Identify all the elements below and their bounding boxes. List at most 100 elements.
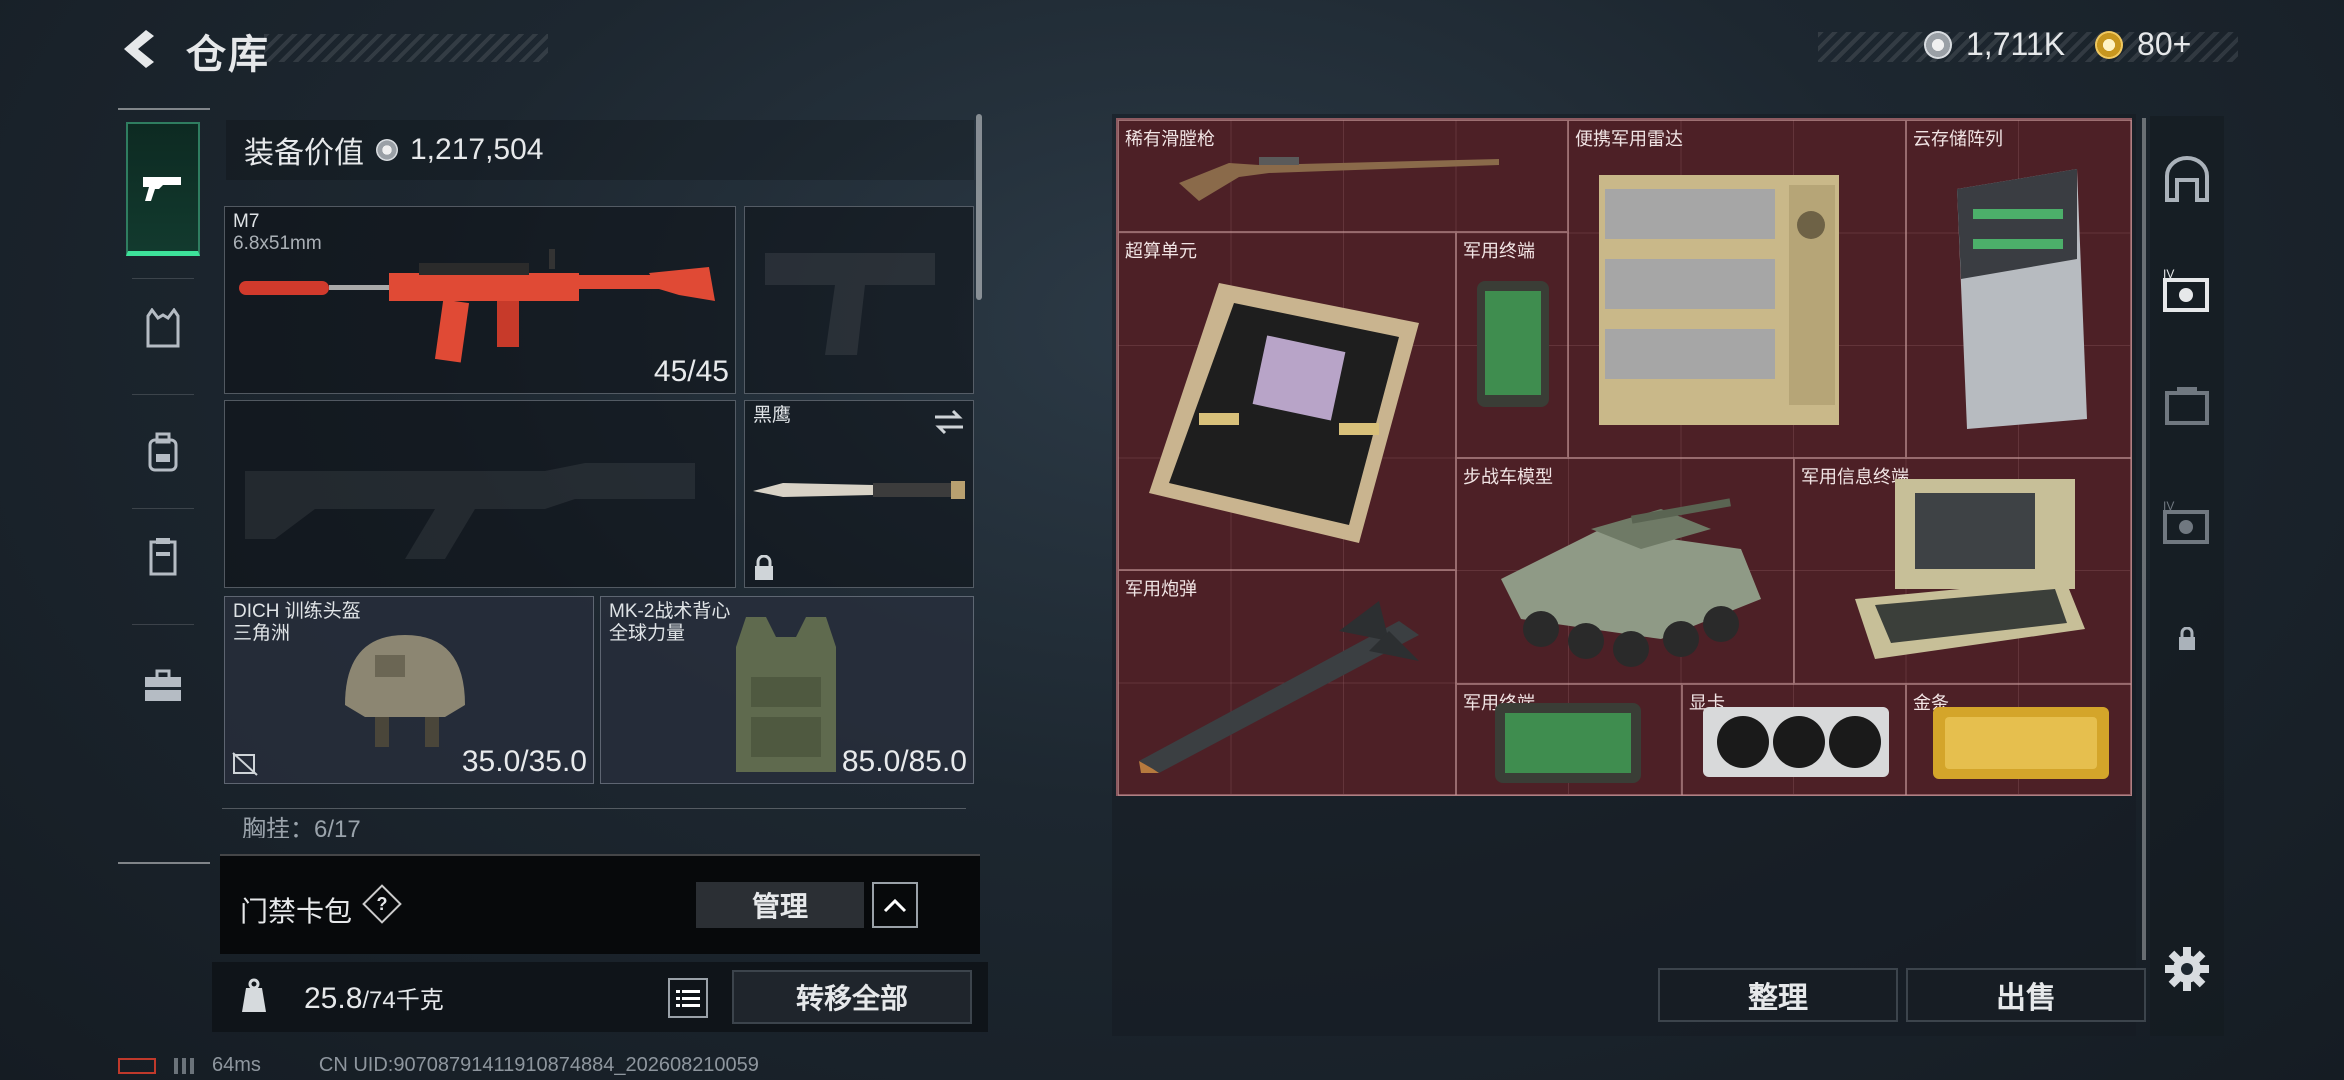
warehouse-icon: [2165, 156, 2209, 202]
gold-bar-image: [1933, 707, 2109, 779]
network-icon: [118, 1057, 156, 1074]
ping-text: 64ms: [212, 1054, 261, 1076]
missile-image: [1139, 601, 1419, 773]
safe-ext-icon: IV: [2163, 268, 2209, 312]
primary-weapon-slot[interactable]: M7 6.8x51mm 45/45: [224, 206, 736, 394]
armor-slot[interactable]: MK-2战术背心 全球力量 85.0/85.0: [600, 596, 974, 784]
weight-bar: 25.8/74千克 转移全部: [212, 962, 988, 1032]
silver-coin-value: 1,711K: [1966, 26, 2066, 62]
signal-icon: [174, 1057, 194, 1074]
sell-button[interactable]: 出售: [1906, 968, 2146, 1022]
helmet-durability: 35.0/35.0: [461, 745, 587, 778]
item-label: 步战车模型: [1463, 467, 1553, 487]
storage-page-2[interactable]: IV: [2160, 264, 2214, 318]
pistol-icon: [143, 176, 181, 201]
lock-icon: [755, 555, 773, 580]
item-gpu[interactable]: 显卡: [1682, 684, 1906, 796]
item-supercomputer[interactable]: 超算单元: [1118, 232, 1456, 570]
tab-backpack[interactable]: [126, 406, 200, 498]
melee-slot[interactable]: 黑鹰: [744, 400, 974, 588]
rifle-image: [239, 249, 715, 363]
svg-text:IV: IV: [2163, 500, 2174, 513]
storage-page-locked[interactable]: [2160, 612, 2214, 666]
primary-ammo-count: 45/45: [653, 355, 729, 388]
storage-page-1[interactable]: [2160, 152, 2214, 206]
primary-weapon-name: M7: [233, 211, 260, 232]
silver-coin-icon: [1924, 30, 1952, 59]
item-terminal-1[interactable]: 军用终端: [1456, 232, 1568, 458]
item-label: 军用终端: [1463, 241, 1535, 261]
chevron-up-icon: [883, 898, 907, 913]
equipment-scrollbar[interactable]: [976, 114, 982, 300]
page-title: 仓库: [186, 33, 270, 77]
title-decoration: [264, 34, 548, 62]
gold-coin-icon: [2095, 30, 2124, 59]
broken-shield-icon: [232, 752, 258, 776]
rig-icon: [149, 538, 177, 576]
storage-page-rail: IV IV: [2150, 116, 2224, 1036]
settings-button[interactable]: [2160, 942, 2214, 996]
server-image: [1957, 169, 2087, 429]
safe-ext-icon: IV: [2163, 500, 2209, 544]
vest-image: [736, 617, 836, 772]
sort-button[interactable]: 整理: [1658, 968, 1898, 1022]
pistol-silhouette-icon: [765, 253, 935, 355]
back-button[interactable]: [114, 26, 164, 72]
item-shell[interactable]: 军用炮弹: [1118, 570, 1456, 796]
help-icon-glyph: ?: [376, 894, 388, 914]
item-label: 超算单元: [1125, 241, 1197, 261]
storage-page-4[interactable]: IV: [2160, 496, 2214, 550]
item-musket[interactable]: 稀有滑膛枪: [1118, 120, 1568, 232]
armor-durability: 85.0/85.0: [841, 745, 967, 778]
equipment-value-row: 装备价值 1,217,504: [226, 120, 974, 180]
gear-icon: [2165, 947, 2209, 991]
list-view-button[interactable]: [668, 978, 708, 1018]
keycard-label: 门禁卡包: [240, 896, 353, 927]
list-icon: [676, 990, 700, 1007]
item-terminal-2[interactable]: 军用终端: [1456, 684, 1682, 796]
storage-grid: 稀有滑膛枪 便携军用雷达 云存储阵列 超算单元 军用终端 步战车模型 军用信息终…: [1116, 118, 2132, 796]
item-info-terminal[interactable]: 军用信息终端: [1794, 458, 2132, 684]
radar-image: [1599, 175, 1839, 425]
manage-button[interactable]: 管理: [696, 882, 864, 928]
rifle-silhouette-icon: [245, 463, 695, 559]
tab-weapons[interactable]: [126, 122, 200, 256]
lock-icon: [2179, 627, 2195, 650]
help-icon[interactable]: ?: [362, 884, 402, 924]
tab-chest-rig[interactable]: [126, 510, 200, 602]
swap-icon[interactable]: [933, 409, 965, 435]
helmet-slot[interactable]: DICH 训练头盔 三角洲 35.0/35.0: [224, 596, 594, 784]
transfer-all-button[interactable]: 转移全部: [732, 970, 972, 1024]
backpack-icon: [148, 432, 178, 472]
weight-icon: [242, 978, 266, 1012]
tab-armor[interactable]: [126, 282, 200, 374]
item-storage-array[interactable]: 云存储阵列: [1906, 120, 2132, 458]
chest-rig-row[interactable]: 胸挂：6/17: [222, 808, 966, 838]
helmet-name: DICH 训练头盔: [233, 601, 361, 622]
item-label: 便携军用雷达: [1575, 129, 1683, 149]
silver-coin-icon: [376, 139, 398, 161]
gpu-image: [1703, 707, 1889, 777]
toolbox-icon: [145, 669, 181, 701]
tab-toolbox[interactable]: [126, 640, 200, 732]
uid-text: CN UID:90708791411910874884_202608210059: [318, 1054, 759, 1076]
secondary-weapon-slot[interactable]: [744, 206, 974, 394]
knife-image: [753, 481, 965, 499]
storage-page-3[interactable]: [2160, 378, 2214, 432]
item-label: 军用炮弹: [1125, 579, 1197, 599]
musket-image: [1179, 157, 1499, 201]
equipment-value-label: 装备价值: [244, 137, 364, 170]
storage-panel: 稀有滑膛枪 便携军用雷达 云存储阵列 超算单元 军用终端 步战车模型 军用信息终…: [1112, 114, 2146, 1036]
item-radar[interactable]: 便携军用雷达: [1568, 120, 1906, 458]
expand-button[interactable]: [872, 882, 918, 928]
category-rail: [118, 108, 210, 864]
ifv-image: [1501, 498, 1761, 667]
armor-name: MK-2战术背心: [609, 601, 731, 622]
long-weapon-slot[interactable]: [224, 400, 736, 588]
storage-scrollbar[interactable]: [2142, 118, 2146, 960]
item-gold-bar[interactable]: 金条: [1906, 684, 2132, 796]
laptop-case-image: [1855, 479, 2085, 659]
circuit-board-image: [1149, 283, 1419, 543]
weight-max: /74千克: [362, 987, 444, 1014]
item-ifv-model[interactable]: 步战车模型: [1456, 458, 1794, 684]
